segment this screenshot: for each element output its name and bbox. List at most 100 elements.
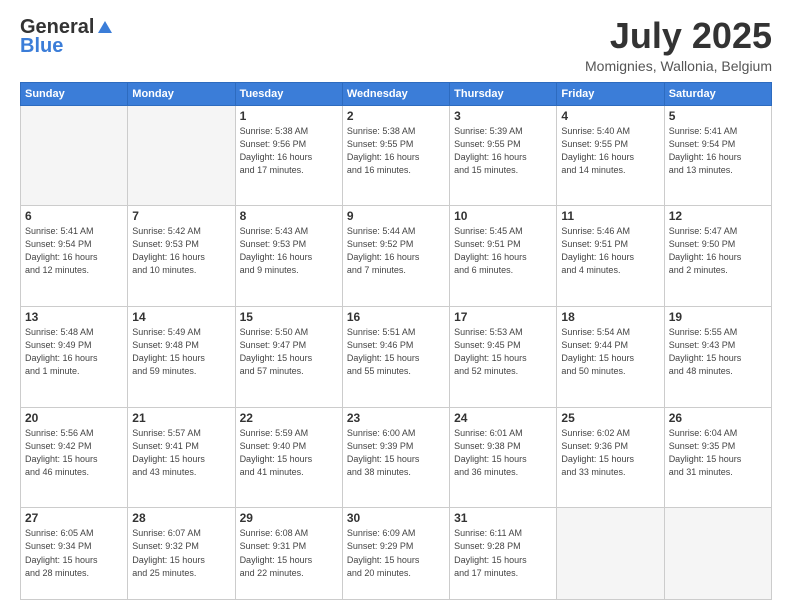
day-cell: 2Sunrise: 5:38 AMSunset: 9:55 PMDaylight…	[342, 105, 449, 206]
day-info: Sunrise: 6:07 AMSunset: 9:32 PMDaylight:…	[132, 527, 230, 579]
day-cell: 17 Sunrise: 5:53 AMSunset: 9:45 PMDayligh…	[450, 307, 557, 408]
day-info: Sunrise: 5:48 AMSunset: 9:49 PMDaylight:…	[25, 326, 123, 378]
day-cell: 29 Sunrise: 6:08 AMSunset: 9:31 PMDayligh…	[235, 508, 342, 600]
day-number: 30	[347, 511, 445, 525]
calendar-table: SundayMondayTuesdayWednesdayThursdayFrid…	[20, 82, 772, 600]
day-cell: 5 Sunrise: 5:41 AMSunset: 9:54 PMDaylight…	[664, 105, 771, 206]
day-info: Sunrise: 5:38 AMSunset: 9:56 PMDaylight:…	[240, 125, 338, 177]
day-info: Sunrise: 5:55 AMSunset: 9:43 PMDaylight:…	[669, 326, 767, 378]
day-number: 1	[240, 109, 338, 123]
day-cell	[128, 105, 235, 206]
day-info: Sunrise: 6:01 AMSunset: 9:38 PMDaylight:…	[454, 427, 552, 479]
page: General Blue July 2025 Momignies, Wallon…	[0, 0, 792, 612]
day-number: 23	[347, 411, 445, 425]
day-cell: 21Sunrise: 5:57 AMSunset: 9:41 PMDayligh…	[128, 407, 235, 508]
day-cell: 8Sunrise: 5:43 AMSunset: 9:53 PMDaylight…	[235, 206, 342, 307]
day-number: 12	[669, 209, 767, 223]
weekday-sunday: Sunday	[21, 82, 128, 105]
day-number: 16	[347, 310, 445, 324]
day-number: 29	[240, 511, 338, 525]
day-info: Sunrise: 6:02 AMSunset: 9:36 PMDaylight:…	[561, 427, 659, 479]
week-row-0: 1 Sunrise: 5:38 AMSunset: 9:56 PMDaylight…	[21, 105, 772, 206]
day-info: Sunrise: 5:44 AMSunset: 9:52 PMDaylight:…	[347, 225, 445, 277]
day-info: Sunrise: 5:46 AMSunset: 9:51 PMDaylight:…	[561, 225, 659, 277]
day-info: Sunrise: 5:56 AMSunset: 9:42 PMDaylight:…	[25, 427, 123, 479]
day-cell: 30 Sunrise: 6:09 AMSunset: 9:29 PMDayligh…	[342, 508, 449, 600]
title-block: July 2025 Momignies, Wallonia, Belgium	[585, 16, 772, 74]
day-info: Sunrise: 6:05 AMSunset: 9:34 PMDaylight:…	[25, 527, 123, 579]
week-row-4: 27 Sunrise: 6:05 AMSunset: 9:34 PMDayligh…	[21, 508, 772, 600]
location: Momignies, Wallonia, Belgium	[585, 58, 772, 74]
day-number: 6	[25, 209, 123, 223]
day-number: 14	[132, 310, 230, 324]
day-number: 27	[25, 511, 123, 525]
day-cell: 31 Sunrise: 6:11 AMSunset: 9:28 PMDayligh…	[450, 508, 557, 600]
weekday-tuesday: Tuesday	[235, 82, 342, 105]
day-number: 28	[132, 511, 230, 525]
day-cell: 24Sunrise: 6:01 AMSunset: 9:38 PMDayligh…	[450, 407, 557, 508]
day-cell: 3 Sunrise: 5:39 AMSunset: 9:55 PMDaylight…	[450, 105, 557, 206]
day-info: Sunrise: 6:09 AMSunset: 9:29 PMDaylight:…	[347, 527, 445, 579]
day-number: 15	[240, 310, 338, 324]
day-cell: 25 Sunrise: 6:02 AMSunset: 9:36 PMDayligh…	[557, 407, 664, 508]
day-info: Sunrise: 5:53 AMSunset: 9:45 PMDaylight:…	[454, 326, 552, 378]
day-info: Sunrise: 5:42 AMSunset: 9:53 PMDaylight:…	[132, 225, 230, 277]
logo-icon	[96, 19, 114, 37]
day-info: Sunrise: 5:45 AMSunset: 9:51 PMDaylight:…	[454, 225, 552, 277]
weekday-header-row: SundayMondayTuesdayWednesdayThursdayFrid…	[21, 82, 772, 105]
day-number: 10	[454, 209, 552, 223]
day-cell: 10 Sunrise: 5:45 AMSunset: 9:51 PMDayligh…	[450, 206, 557, 307]
day-cell: 14 Sunrise: 5:49 AMSunset: 9:48 PMDayligh…	[128, 307, 235, 408]
day-number: 3	[454, 109, 552, 123]
header: General Blue July 2025 Momignies, Wallon…	[20, 16, 772, 74]
month-title: July 2025	[585, 16, 772, 56]
day-number: 4	[561, 109, 659, 123]
day-cell	[21, 105, 128, 206]
weekday-saturday: Saturday	[664, 82, 771, 105]
week-row-1: 6Sunrise: 5:41 AMSunset: 9:54 PMDaylight…	[21, 206, 772, 307]
day-cell: 19 Sunrise: 5:55 AMSunset: 9:43 PMDayligh…	[664, 307, 771, 408]
weekday-wednesday: Wednesday	[342, 82, 449, 105]
day-cell: 15 Sunrise: 5:50 AMSunset: 9:47 PMDayligh…	[235, 307, 342, 408]
day-number: 22	[240, 411, 338, 425]
day-number: 31	[454, 511, 552, 525]
day-cell: 1 Sunrise: 5:38 AMSunset: 9:56 PMDaylight…	[235, 105, 342, 206]
week-row-2: 13 Sunrise: 5:48 AMSunset: 9:49 PMDayligh…	[21, 307, 772, 408]
day-info: Sunrise: 6:04 AMSunset: 9:35 PMDaylight:…	[669, 427, 767, 479]
day-info: Sunrise: 5:50 AMSunset: 9:47 PMDaylight:…	[240, 326, 338, 378]
logo-blue: Blue	[20, 35, 63, 58]
day-info: Sunrise: 5:47 AMSunset: 9:50 PMDaylight:…	[669, 225, 767, 277]
day-cell	[664, 508, 771, 600]
day-number: 19	[669, 310, 767, 324]
day-info: Sunrise: 5:49 AMSunset: 9:48 PMDaylight:…	[132, 326, 230, 378]
weekday-friday: Friday	[557, 82, 664, 105]
day-number: 11	[561, 209, 659, 223]
day-cell: 7Sunrise: 5:42 AMSunset: 9:53 PMDaylight…	[128, 206, 235, 307]
day-number: 17	[454, 310, 552, 324]
day-number: 18	[561, 310, 659, 324]
day-info: Sunrise: 5:59 AMSunset: 9:40 PMDaylight:…	[240, 427, 338, 479]
day-cell: 9 Sunrise: 5:44 AMSunset: 9:52 PMDaylight…	[342, 206, 449, 307]
day-info: Sunrise: 5:51 AMSunset: 9:46 PMDaylight:…	[347, 326, 445, 378]
day-number: 9	[347, 209, 445, 223]
weekday-monday: Monday	[128, 82, 235, 105]
day-number: 13	[25, 310, 123, 324]
day-info: Sunrise: 5:39 AMSunset: 9:55 PMDaylight:…	[454, 125, 552, 177]
day-cell: 13 Sunrise: 5:48 AMSunset: 9:49 PMDayligh…	[21, 307, 128, 408]
week-row-3: 20Sunrise: 5:56 AMSunset: 9:42 PMDayligh…	[21, 407, 772, 508]
day-info: Sunrise: 6:08 AMSunset: 9:31 PMDaylight:…	[240, 527, 338, 579]
day-info: Sunrise: 6:11 AMSunset: 9:28 PMDaylight:…	[454, 527, 552, 579]
day-cell	[557, 508, 664, 600]
day-number: 26	[669, 411, 767, 425]
day-cell: 22 Sunrise: 5:59 AMSunset: 9:40 PMDayligh…	[235, 407, 342, 508]
weekday-thursday: Thursday	[450, 82, 557, 105]
day-cell: 20Sunrise: 5:56 AMSunset: 9:42 PMDayligh…	[21, 407, 128, 508]
day-cell: 27 Sunrise: 6:05 AMSunset: 9:34 PMDayligh…	[21, 508, 128, 600]
day-number: 5	[669, 109, 767, 123]
day-number: 25	[561, 411, 659, 425]
day-cell: 26 Sunrise: 6:04 AMSunset: 9:35 PMDayligh…	[664, 407, 771, 508]
day-info: Sunrise: 6:00 AMSunset: 9:39 PMDaylight:…	[347, 427, 445, 479]
day-cell: 18Sunrise: 5:54 AMSunset: 9:44 PMDayligh…	[557, 307, 664, 408]
logo: General Blue	[20, 16, 114, 58]
day-info: Sunrise: 5:41 AMSunset: 9:54 PMDaylight:…	[669, 125, 767, 177]
